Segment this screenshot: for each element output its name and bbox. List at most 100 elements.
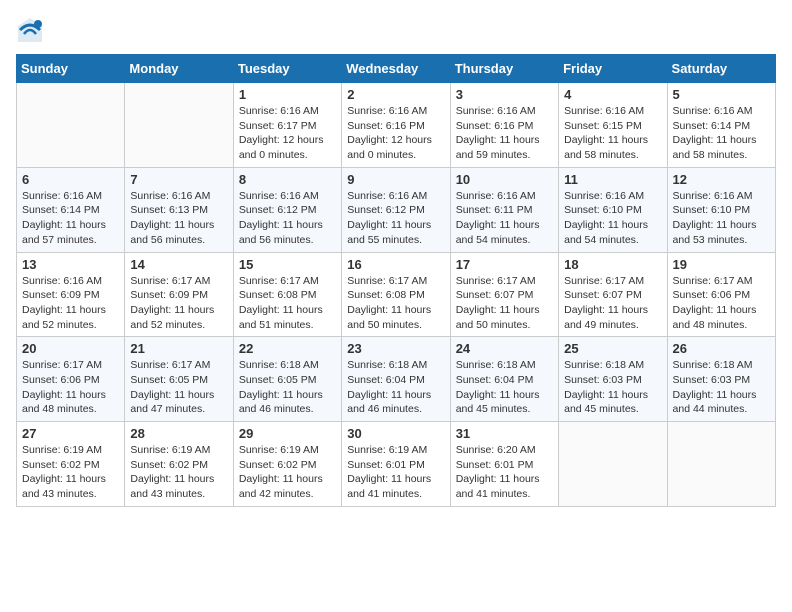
- calendar-cell: 14 Sunrise: 6:17 AM Sunset: 6:09 PM Dayli…: [125, 252, 233, 337]
- day-info: Sunrise: 6:17 AM Sunset: 6:06 PM Dayligh…: [22, 358, 119, 417]
- calendar-cell: [17, 83, 125, 168]
- calendar-cell: 31 Sunrise: 6:20 AM Sunset: 6:01 PM Dayli…: [450, 422, 558, 507]
- calendar-cell: 22 Sunrise: 6:18 AM Sunset: 6:05 PM Dayli…: [233, 337, 341, 422]
- day-number: 12: [673, 172, 770, 187]
- day-number: 24: [456, 341, 553, 356]
- calendar-cell: 19 Sunrise: 6:17 AM Sunset: 6:06 PM Dayli…: [667, 252, 775, 337]
- day-number: 16: [347, 257, 444, 272]
- day-info: Sunrise: 6:19 AM Sunset: 6:01 PM Dayligh…: [347, 443, 444, 502]
- day-number: 25: [564, 341, 661, 356]
- calendar-table: SundayMondayTuesdayWednesdayThursdayFrid…: [16, 54, 776, 507]
- calendar-cell: 1Sunrise: 6:16 AM Sunset: 6:17 PM Daylig…: [233, 83, 341, 168]
- calendar-day-header: Friday: [559, 55, 667, 83]
- logo-icon: [16, 16, 44, 44]
- day-info: Sunrise: 6:19 AM Sunset: 6:02 PM Dayligh…: [239, 443, 336, 502]
- day-info: Sunrise: 6:17 AM Sunset: 6:08 PM Dayligh…: [239, 274, 336, 333]
- calendar-cell: [559, 422, 667, 507]
- calendar-cell: 29 Sunrise: 6:19 AM Sunset: 6:02 PM Dayli…: [233, 422, 341, 507]
- calendar-cell: 30 Sunrise: 6:19 AM Sunset: 6:01 PM Dayli…: [342, 422, 450, 507]
- day-info: Sunrise: 6:16 AM Sunset: 6:12 PM Dayligh…: [347, 189, 444, 248]
- day-info: Sunrise: 6:16 AM Sunset: 6:16 PM Dayligh…: [347, 104, 444, 163]
- day-info: Sunrise: 6:20 AM Sunset: 6:01 PM Dayligh…: [456, 443, 553, 502]
- day-number: 15: [239, 257, 336, 272]
- day-info: Sunrise: 6:16 AM Sunset: 6:10 PM Dayligh…: [564, 189, 661, 248]
- calendar-cell: 27 Sunrise: 6:19 AM Sunset: 6:02 PM Dayli…: [17, 422, 125, 507]
- calendar-day-header: Tuesday: [233, 55, 341, 83]
- calendar-cell: [125, 83, 233, 168]
- day-info: Sunrise: 6:19 AM Sunset: 6:02 PM Dayligh…: [22, 443, 119, 502]
- calendar-cell: 21Sunrise: 6:17 AM Sunset: 6:05 PM Dayli…: [125, 337, 233, 422]
- day-number: 20: [22, 341, 119, 356]
- calendar-cell: 28 Sunrise: 6:19 AM Sunset: 6:02 PM Dayli…: [125, 422, 233, 507]
- day-info: Sunrise: 6:18 AM Sunset: 6:04 PM Dayligh…: [347, 358, 444, 417]
- logo: [16, 16, 48, 44]
- calendar-day-header: Thursday: [450, 55, 558, 83]
- calendar-cell: [667, 422, 775, 507]
- day-info: Sunrise: 6:17 AM Sunset: 6:06 PM Dayligh…: [673, 274, 770, 333]
- page-header: [16, 16, 776, 44]
- day-number: 6: [22, 172, 119, 187]
- day-number: 29: [239, 426, 336, 441]
- calendar-cell: 17Sunrise: 6:17 AM Sunset: 6:07 PM Dayli…: [450, 252, 558, 337]
- day-info: Sunrise: 6:16 AM Sunset: 6:14 PM Dayligh…: [22, 189, 119, 248]
- calendar-cell: 6 Sunrise: 6:16 AM Sunset: 6:14 PM Daylig…: [17, 167, 125, 252]
- calendar-cell: 18 Sunrise: 6:17 AM Sunset: 6:07 PM Dayli…: [559, 252, 667, 337]
- calendar-cell: 12 Sunrise: 6:16 AM Sunset: 6:10 PM Dayli…: [667, 167, 775, 252]
- day-info: Sunrise: 6:16 AM Sunset: 6:11 PM Dayligh…: [456, 189, 553, 248]
- calendar-cell: 4Sunrise: 6:16 AM Sunset: 6:15 PM Daylig…: [559, 83, 667, 168]
- calendar-day-header: Wednesday: [342, 55, 450, 83]
- day-number: 22: [239, 341, 336, 356]
- day-number: 28: [130, 426, 227, 441]
- day-info: Sunrise: 6:16 AM Sunset: 6:15 PM Dayligh…: [564, 104, 661, 163]
- calendar-cell: 15 Sunrise: 6:17 AM Sunset: 6:08 PM Dayli…: [233, 252, 341, 337]
- calendar-cell: 8 Sunrise: 6:16 AM Sunset: 6:12 PM Daylig…: [233, 167, 341, 252]
- day-number: 7: [130, 172, 227, 187]
- calendar-day-header: Monday: [125, 55, 233, 83]
- day-number: 19: [673, 257, 770, 272]
- calendar-cell: 2 Sunrise: 6:16 AM Sunset: 6:16 PM Daylig…: [342, 83, 450, 168]
- calendar-cell: 11 Sunrise: 6:16 AM Sunset: 6:10 PM Dayli…: [559, 167, 667, 252]
- calendar-cell: 9 Sunrise: 6:16 AM Sunset: 6:12 PM Daylig…: [342, 167, 450, 252]
- day-number: 21: [130, 341, 227, 356]
- day-info: Sunrise: 6:19 AM Sunset: 6:02 PM Dayligh…: [130, 443, 227, 502]
- calendar-header-row: SundayMondayTuesdayWednesdayThursdayFrid…: [17, 55, 776, 83]
- day-number: 23: [347, 341, 444, 356]
- day-info: Sunrise: 6:16 AM Sunset: 6:10 PM Dayligh…: [673, 189, 770, 248]
- calendar-cell: 13 Sunrise: 6:16 AM Sunset: 6:09 PM Dayli…: [17, 252, 125, 337]
- calendar-cell: 16 Sunrise: 6:17 AM Sunset: 6:08 PM Dayli…: [342, 252, 450, 337]
- day-info: Sunrise: 6:16 AM Sunset: 6:13 PM Dayligh…: [130, 189, 227, 248]
- day-info: Sunrise: 6:17 AM Sunset: 6:07 PM Dayligh…: [564, 274, 661, 333]
- day-number: 11: [564, 172, 661, 187]
- calendar-cell: 3 Sunrise: 6:16 AM Sunset: 6:16 PM Daylig…: [450, 83, 558, 168]
- calendar-cell: 24 Sunrise: 6:18 AM Sunset: 6:04 PM Dayli…: [450, 337, 558, 422]
- day-number: 10: [456, 172, 553, 187]
- day-number: 3: [456, 87, 553, 102]
- day-number: 13: [22, 257, 119, 272]
- day-info: Sunrise: 6:17 AM Sunset: 6:08 PM Dayligh…: [347, 274, 444, 333]
- day-number: 2: [347, 87, 444, 102]
- day-info: Sunrise: 6:16 AM Sunset: 6:09 PM Dayligh…: [22, 274, 119, 333]
- day-number: 27: [22, 426, 119, 441]
- day-number: 8: [239, 172, 336, 187]
- day-info: Sunrise: 6:16 AM Sunset: 6:17 PM Dayligh…: [239, 104, 336, 163]
- calendar-day-header: Saturday: [667, 55, 775, 83]
- day-info: Sunrise: 6:18 AM Sunset: 6:03 PM Dayligh…: [673, 358, 770, 417]
- day-number: 31: [456, 426, 553, 441]
- calendar-cell: 10 Sunrise: 6:16 AM Sunset: 6:11 PM Dayli…: [450, 167, 558, 252]
- day-number: 18: [564, 257, 661, 272]
- day-number: 30: [347, 426, 444, 441]
- calendar-week-row: 20 Sunrise: 6:17 AM Sunset: 6:06 PM Dayli…: [17, 337, 776, 422]
- day-info: Sunrise: 6:18 AM Sunset: 6:05 PM Dayligh…: [239, 358, 336, 417]
- day-info: Sunrise: 6:16 AM Sunset: 6:14 PM Dayligh…: [673, 104, 770, 163]
- calendar-week-row: 6 Sunrise: 6:16 AM Sunset: 6:14 PM Daylig…: [17, 167, 776, 252]
- day-info: Sunrise: 6:16 AM Sunset: 6:12 PM Dayligh…: [239, 189, 336, 248]
- day-info: Sunrise: 6:17 AM Sunset: 6:09 PM Dayligh…: [130, 274, 227, 333]
- calendar-cell: 7 Sunrise: 6:16 AM Sunset: 6:13 PM Daylig…: [125, 167, 233, 252]
- calendar-day-header: Sunday: [17, 55, 125, 83]
- day-number: 14: [130, 257, 227, 272]
- calendar-cell: 26Sunrise: 6:18 AM Sunset: 6:03 PM Dayli…: [667, 337, 775, 422]
- day-number: 9: [347, 172, 444, 187]
- day-info: Sunrise: 6:18 AM Sunset: 6:04 PM Dayligh…: [456, 358, 553, 417]
- calendar-cell: 23 Sunrise: 6:18 AM Sunset: 6:04 PM Dayli…: [342, 337, 450, 422]
- day-info: Sunrise: 6:16 AM Sunset: 6:16 PM Dayligh…: [456, 104, 553, 163]
